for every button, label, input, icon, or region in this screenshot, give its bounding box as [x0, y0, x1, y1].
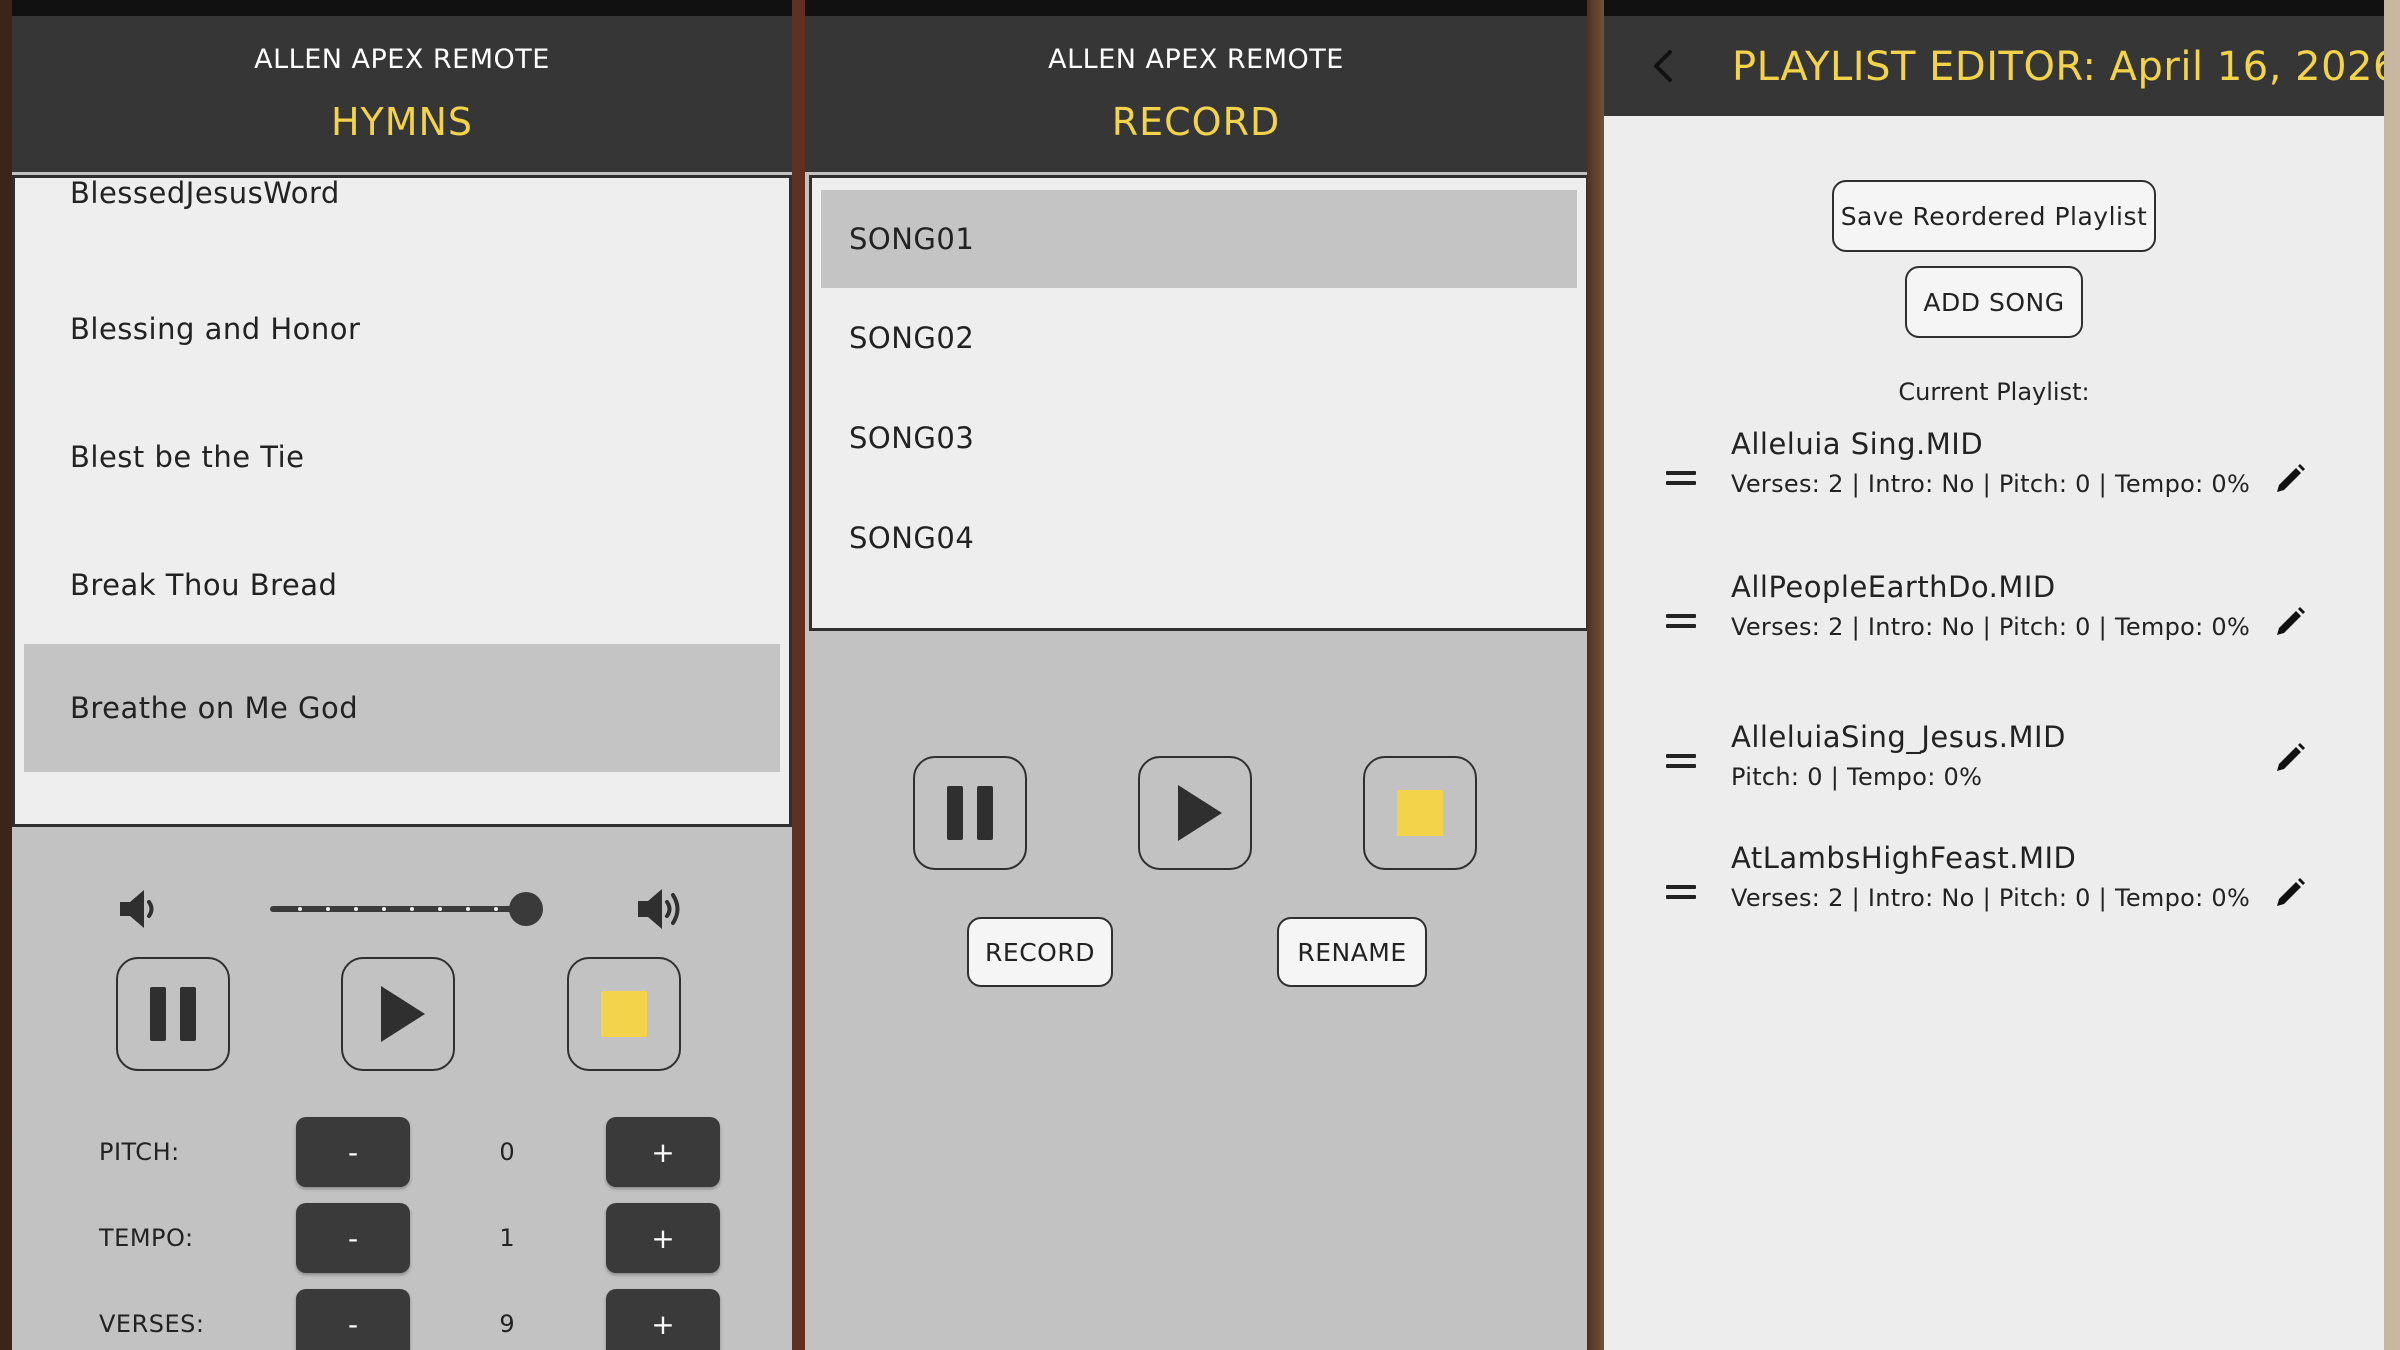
screen-title: HYMNS: [330, 100, 474, 144]
list-item-label: BlessedJesusWord: [70, 176, 340, 210]
list-item-label: SONG04: [849, 521, 975, 555]
pause-button[interactable]: [913, 756, 1027, 870]
hymn-list[interactable]: BlessedJesusWord Blessing and Honor Bles…: [12, 175, 792, 827]
stop-icon: [1397, 790, 1443, 836]
list-item-label: SONG03: [849, 421, 975, 455]
list-item-label: Breathe on Me God: [70, 691, 359, 725]
pause-icon: [150, 987, 196, 1041]
playlist-item-name: Alleluia Sing.MID: [1731, 427, 1984, 461]
pencil-icon[interactable]: [2272, 604, 2308, 640]
status-strip: [12, 0, 792, 16]
playlist-item-meta: Verses: 2 | Intro: No | Pitch: 0 | Tempo…: [1731, 884, 2251, 912]
slider-tick: [298, 907, 302, 911]
drag-handle-icon[interactable]: [1666, 885, 1696, 905]
tempo-label: TEMPO:: [99, 1224, 194, 1252]
list-item[interactable]: SONG03: [812, 388, 1586, 488]
list-item-label: Break Thou Bread: [70, 568, 338, 602]
pitch-increase-button[interactable]: +: [606, 1117, 720, 1187]
play-button[interactable]: [1138, 756, 1252, 870]
list-item[interactable]: SONG04: [812, 488, 1586, 588]
volume-high-icon[interactable]: [634, 884, 686, 934]
pitch-value: 0: [499, 1138, 515, 1166]
song-list[interactable]: SONG01 SONG02 SONG03 SONG04: [809, 175, 1587, 631]
drag-handle-icon[interactable]: [1666, 614, 1696, 634]
stop-button[interactable]: [1363, 756, 1477, 870]
playlist-item-meta: Verses: 2 | Intro: No | Pitch: 0 | Tempo…: [1731, 613, 2251, 641]
playlist-item-name: AlleluiaSing_Jesus.MID: [1731, 720, 2066, 754]
slider-tick: [410, 907, 414, 911]
stop-button[interactable]: [567, 957, 681, 1071]
drag-handle-icon[interactable]: [1666, 754, 1696, 774]
pencil-icon[interactable]: [2272, 875, 2308, 911]
pitch-label: PITCH:: [99, 1138, 180, 1166]
list-item-selected[interactable]: SONG01: [821, 190, 1577, 288]
slider-tick: [494, 907, 498, 911]
playlist-item-name: AllPeopleEarthDo.MID: [1731, 570, 2056, 604]
playlist-item[interactable]: AlleluiaSing_Jesus.MID Pitch: 0 | Tempo:…: [1604, 720, 2384, 800]
list-item[interactable]: SONG02: [812, 288, 1586, 388]
slider-tick: [438, 907, 442, 911]
hymns-screen: ALLEN APEX REMOTE HYMNS BlessedJesusWord…: [12, 0, 792, 1350]
playlist-item[interactable]: Alleluia Sing.MID Verses: 2 | Intro: No …: [1604, 427, 2384, 547]
volume-slider-track[interactable]: [270, 906, 532, 912]
play-icon: [381, 986, 425, 1042]
slider-tick: [466, 907, 470, 911]
playlist-item-meta: Verses: 2 | Intro: No | Pitch: 0 | Tempo…: [1731, 470, 2251, 498]
playlist-editor-header: PLAYLIST EDITOR: April 16, 2026: [1604, 16, 2384, 116]
play-button[interactable]: [341, 957, 455, 1071]
stop-icon: [601, 991, 647, 1037]
record-button[interactable]: RECORD: [967, 917, 1113, 987]
list-item-label: SONG01: [849, 222, 975, 256]
verses-decrease-button[interactable]: -: [296, 1289, 410, 1350]
pencil-icon[interactable]: [2272, 740, 2308, 776]
verses-increase-button[interactable]: +: [606, 1289, 720, 1350]
slider-tick: [382, 907, 386, 911]
pencil-icon[interactable]: [2272, 461, 2308, 497]
list-item-selected[interactable]: Breathe on Me God: [24, 644, 780, 772]
app-title: ALLEN APEX REMOTE: [254, 44, 550, 75]
tempo-increase-button[interactable]: +: [606, 1203, 720, 1273]
list-item[interactable]: BlessedJesusWord: [15, 176, 789, 228]
tempo-decrease-button[interactable]: -: [296, 1203, 410, 1273]
slider-tick: [354, 907, 358, 911]
app-title: ALLEN APEX REMOTE: [1048, 44, 1344, 75]
drag-handle-icon[interactable]: [1666, 471, 1696, 491]
playlist-item-meta: Pitch: 0 | Tempo: 0%: [1731, 763, 1983, 791]
pause-button[interactable]: [116, 957, 230, 1071]
record-screen: ALLEN APEX REMOTE RECORD SONG01 SONG02 S…: [805, 0, 1587, 1350]
page-title: PLAYLIST EDITOR: April 16, 2026: [1732, 44, 2384, 90]
tempo-value: 1: [499, 1224, 515, 1252]
list-item-label: SONG02: [849, 321, 975, 355]
status-strip: [805, 0, 1587, 16]
volume-slider-thumb[interactable]: [509, 892, 543, 926]
record-header: ALLEN APEX REMOTE RECORD: [805, 16, 1587, 172]
chevron-left-icon[interactable]: [1644, 46, 1684, 86]
hymns-header: ALLEN APEX REMOTE HYMNS: [12, 16, 792, 172]
play-icon: [1178, 785, 1222, 841]
current-playlist-caption: Current Playlist:: [1898, 378, 2090, 406]
volume-low-icon[interactable]: [116, 886, 158, 932]
playlist-item-name: AtLambsHighFeast.MID: [1731, 841, 2077, 875]
screen-title: RECORD: [1111, 100, 1281, 144]
list-item[interactable]: Break Thou Bread: [15, 521, 789, 649]
list-item[interactable]: Blest be the Tie: [15, 393, 789, 521]
status-strip: [1604, 0, 2384, 16]
save-reordered-playlist-button[interactable]: Save Reordered Playlist: [1832, 180, 2156, 252]
list-item-label: Blest be the Tie: [70, 440, 305, 474]
pitch-decrease-button[interactable]: -: [296, 1117, 410, 1187]
slider-tick: [326, 907, 330, 911]
playlist-editor-screen: PLAYLIST EDITOR: April 16, 2026 Save Reo…: [1604, 0, 2384, 1350]
verses-label: VERSES:: [99, 1310, 205, 1338]
verses-value: 9: [499, 1310, 515, 1338]
playlist-item[interactable]: AtLambsHighFeast.MID Verses: 2 | Intro: …: [1604, 841, 2384, 961]
playlist-item[interactable]: AllPeopleEarthDo.MID Verses: 2 | Intro: …: [1604, 570, 2384, 690]
pause-icon: [947, 786, 993, 840]
add-song-button[interactable]: ADD SONG: [1905, 266, 2083, 338]
list-item-label: Blessing and Honor: [70, 312, 361, 346]
list-item[interactable]: Blessing and Honor: [15, 265, 789, 393]
rename-button[interactable]: RENAME: [1277, 917, 1427, 987]
